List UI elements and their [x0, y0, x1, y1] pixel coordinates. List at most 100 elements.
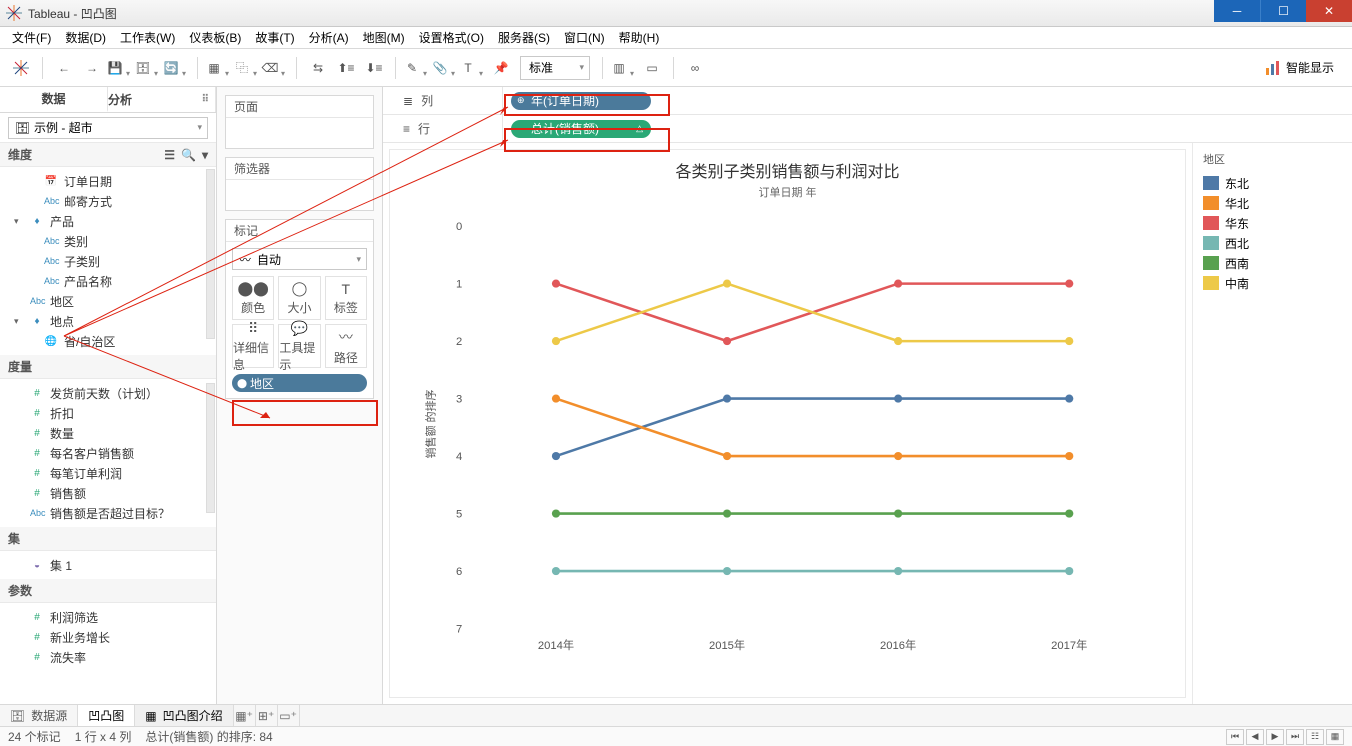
field-发货前天数（计划）[interactable]: #发货前天数（计划）: [0, 383, 216, 403]
highlight-button[interactable]: ✎: [404, 55, 430, 81]
field-集 1[interactable]: ◒集 1: [0, 555, 216, 575]
legend-item-华东[interactable]: 华东: [1203, 213, 1342, 233]
side-tab-analytics[interactable]: 分析⠿: [108, 87, 216, 112]
side-tab-data[interactable]: 数据: [0, 87, 108, 112]
mark-cell-工具提示[interactable]: 💬工具提示: [278, 324, 320, 368]
menu-story[interactable]: 故事(T): [249, 27, 300, 48]
series-point-东北[interactable]: [552, 452, 560, 460]
menu-help[interactable]: 帮助(H): [613, 27, 666, 48]
view-filmstrip-button[interactable]: ▦: [1326, 729, 1344, 745]
series-point-东北[interactable]: [723, 394, 731, 402]
presentation-button[interactable]: ▭: [639, 55, 665, 81]
series-point-华东[interactable]: [1065, 280, 1073, 288]
view-cards-button[interactable]: ▥: [611, 55, 637, 81]
clear-button[interactable]: ⌫: [262, 55, 288, 81]
new-dashboard-tab-button[interactable]: ⊞⁺: [256, 705, 278, 726]
field-新业务增长[interactable]: #新业务增长: [0, 627, 216, 647]
series-point-华北[interactable]: [1065, 452, 1073, 460]
legend-item-西南[interactable]: 西南: [1203, 253, 1342, 273]
field-子类别[interactable]: Abc子类别: [0, 251, 216, 271]
field-销售额是否超过目标？[interactable]: Abc销售额是否超过目标？: [0, 503, 216, 523]
menu-data[interactable]: 数据(D): [59, 27, 112, 48]
new-datasource-button[interactable]: 🗄: [135, 55, 161, 81]
color-legend[interactable]: 地区 东北华北华东西北西南中南: [1192, 143, 1352, 704]
datasource-tab[interactable]: 🗄数据源: [0, 705, 78, 726]
field-省/自治区[interactable]: 🌐省/自治区: [0, 331, 216, 351]
series-point-华北[interactable]: [894, 452, 902, 460]
nav-prev-button[interactable]: ◀: [1246, 729, 1264, 745]
nav-last-button[interactable]: ⏭: [1286, 729, 1304, 745]
series-point-西北[interactable]: [894, 567, 902, 575]
mark-cell-标签[interactable]: T标签: [325, 276, 367, 320]
view-tabs-button[interactable]: ☷: [1306, 729, 1324, 745]
field-邮寄方式[interactable]: Abc邮寄方式: [0, 191, 216, 211]
field-地区[interactable]: Abc地区: [0, 291, 216, 311]
legend-item-中南[interactable]: 中南: [1203, 273, 1342, 293]
field-每笔订单利润[interactable]: #每笔订单利润: [0, 463, 216, 483]
scrollbar-stub[interactable]: [206, 383, 215, 513]
rows-shelf[interactable]: ≡行 总计(销售额) △: [383, 115, 1352, 143]
view-as-list-icon[interactable]: ☰: [164, 148, 175, 162]
field-折扣[interactable]: #折扣: [0, 403, 216, 423]
series-point-华东[interactable]: [894, 280, 902, 288]
marks-type-selector[interactable]: 〰 自动: [232, 248, 367, 270]
menu-dashboard[interactable]: 仪表板(B): [183, 27, 247, 48]
filters-card[interactable]: 筛选器: [225, 157, 374, 211]
field-类别[interactable]: Abc类别: [0, 231, 216, 251]
menu-format[interactable]: 设置格式(O): [413, 27, 490, 48]
mark-cell-详细信息[interactable]: ⠿详细信息: [232, 324, 274, 368]
label-button[interactable]: T: [460, 55, 486, 81]
menu-worksheet[interactable]: 工作表(W): [114, 27, 181, 48]
new-worksheet-tab-button[interactable]: ▦⁺: [234, 705, 256, 726]
window-close-button[interactable]: ✕: [1306, 0, 1352, 22]
field-利润筛选[interactable]: #利润筛选: [0, 607, 216, 627]
series-point-西北[interactable]: [1065, 567, 1073, 575]
series-point-东北[interactable]: [894, 394, 902, 402]
window-maximize-button[interactable]: ☐: [1260, 0, 1306, 22]
fit-combo[interactable]: 标准: [520, 56, 590, 80]
save-button[interactable]: 💾: [107, 55, 133, 81]
new-story-tab-button[interactable]: ▭⁺: [278, 705, 300, 726]
series-point-西北[interactable]: [552, 567, 560, 575]
viz-canvas[interactable]: 各类别子类别销售额与利润对比 订单日期 年 销售额 的排序 0123456720…: [389, 149, 1186, 698]
field-产品[interactable]: ▾♦产品: [0, 211, 216, 231]
series-point-华东[interactable]: [723, 337, 731, 345]
menu-window[interactable]: 窗口(N): [558, 27, 611, 48]
sheet-tab-1[interactable]: 凹凸图: [78, 705, 135, 726]
nav-first-button[interactable]: ⏮: [1226, 729, 1244, 745]
sort-asc-button[interactable]: ⬆≡: [333, 55, 359, 81]
datasource-combo[interactable]: 🗄 示例 - 超市: [8, 117, 208, 139]
refresh-data-button[interactable]: 🔄: [163, 55, 189, 81]
series-point-华北[interactable]: [552, 394, 560, 402]
field-销售额[interactable]: #销售额: [0, 483, 216, 503]
legend-item-西北[interactable]: 西北: [1203, 233, 1342, 253]
series-point-西北[interactable]: [723, 567, 731, 575]
redo-button[interactable]: →: [79, 55, 105, 81]
series-point-东北[interactable]: [1065, 394, 1073, 402]
swap-button[interactable]: ⇆: [305, 55, 331, 81]
menu-server[interactable]: 服务器(S): [492, 27, 556, 48]
search-fields-icon[interactable]: 🔍: [181, 148, 196, 162]
series-point-西南[interactable]: [894, 509, 902, 517]
duplicate-button[interactable]: ⿻: [234, 55, 260, 81]
mark-cell-大小[interactable]: ◯大小: [278, 276, 320, 320]
field-产品名称[interactable]: Abc产品名称: [0, 271, 216, 291]
sheet-tab-2[interactable]: ▦凹凸图介绍: [135, 705, 233, 726]
series-point-中南[interactable]: [552, 337, 560, 345]
sort-desc-button[interactable]: ⬇≡: [361, 55, 387, 81]
menu-analysis[interactable]: 分析(A): [303, 27, 355, 48]
show-me-button[interactable]: 智能显示: [1256, 55, 1344, 80]
field-流失率[interactable]: #流失率: [0, 647, 216, 667]
series-point-中南[interactable]: [894, 337, 902, 345]
field-数量[interactable]: #数量: [0, 423, 216, 443]
window-minimize-button[interactable]: ─: [1214, 0, 1260, 22]
legend-item-东北[interactable]: 东北: [1203, 173, 1342, 193]
tableau-logo-button[interactable]: [8, 55, 34, 81]
columns-pill-year[interactable]: ⊕ 年(订单日期): [511, 92, 651, 110]
dimensions-menu-icon[interactable]: ▾: [202, 148, 208, 162]
menu-map[interactable]: 地图(M): [357, 27, 411, 48]
marks-pill-region[interactable]: ⬤ 地区: [232, 374, 367, 392]
mark-cell-颜色[interactable]: ⬤⬤颜色: [232, 276, 274, 320]
undo-button[interactable]: ←: [51, 55, 77, 81]
pages-card[interactable]: 页面: [225, 95, 374, 149]
